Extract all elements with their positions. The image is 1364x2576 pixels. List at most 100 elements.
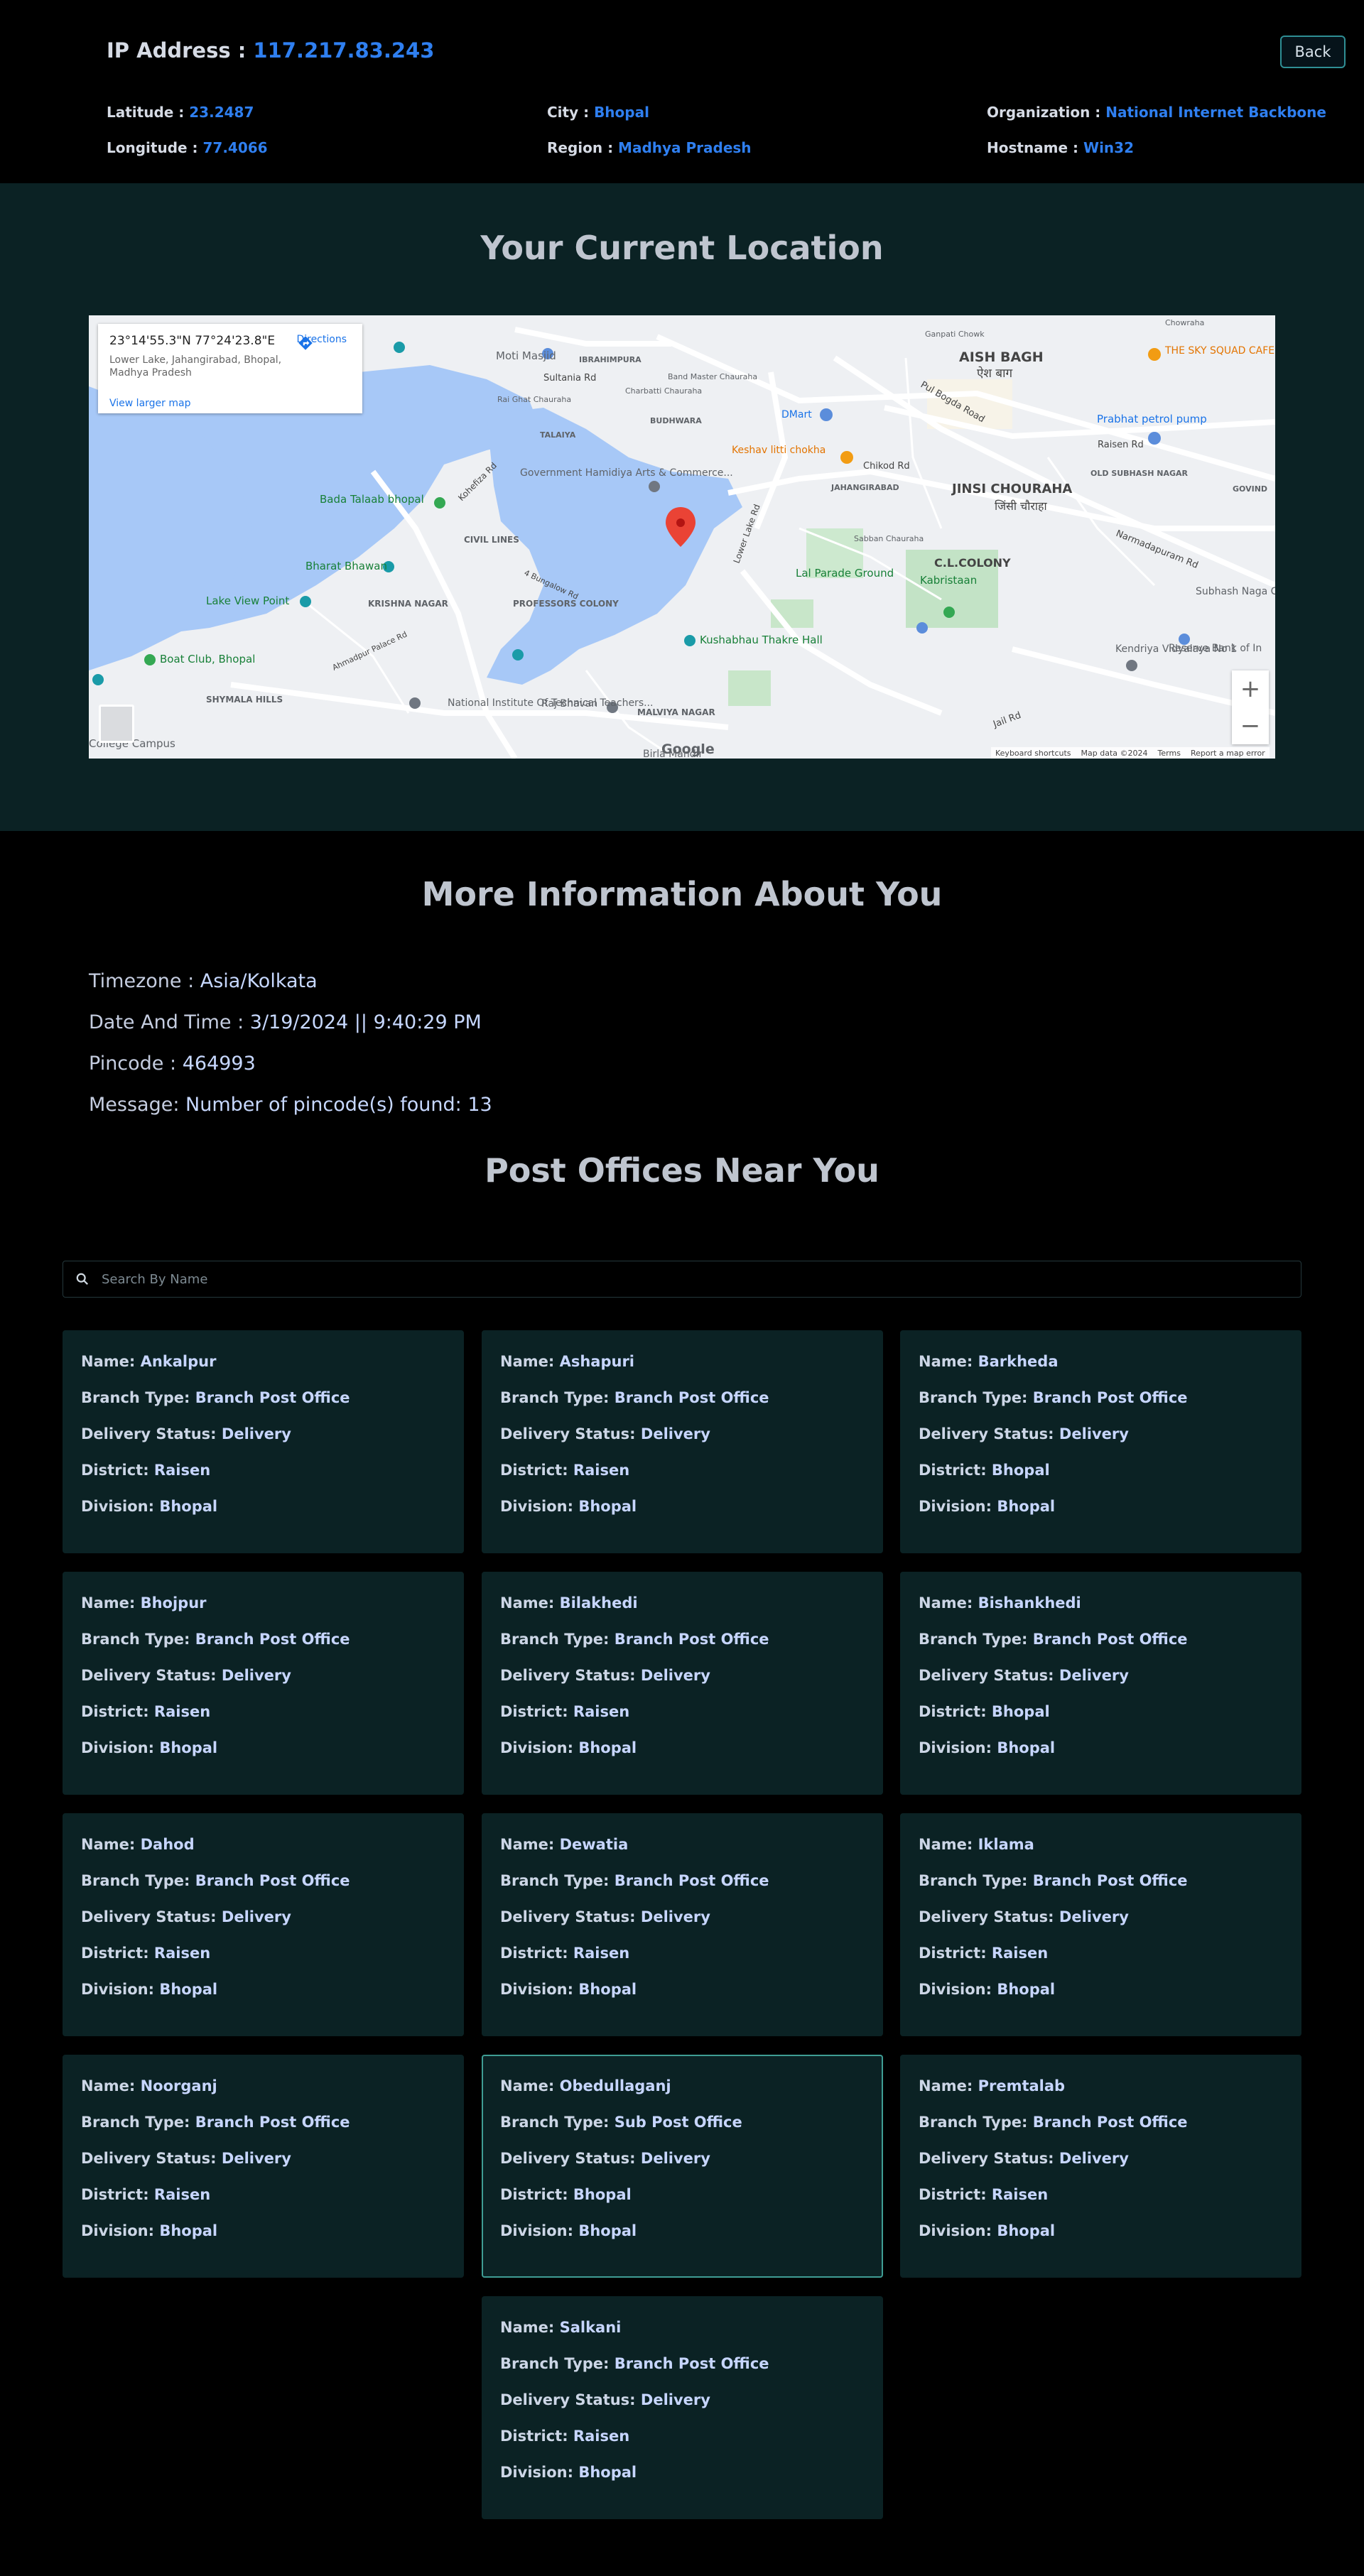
field-label: Name: bbox=[919, 1836, 978, 1853]
map-label-ibrahimpura: IBRAHIMPURA bbox=[579, 355, 642, 364]
field-label: Division: bbox=[919, 1498, 997, 1515]
field-label: Name: bbox=[500, 1836, 560, 1853]
field-label: Branch Type: bbox=[919, 2114, 1033, 2131]
post-office-card[interactable]: Name: Premtalab Branch Type: Branch Post … bbox=[900, 2055, 1301, 2278]
post-office-card[interactable]: Name: Salkani Branch Type: Branch Post Of… bbox=[482, 2296, 883, 2519]
latitude-value: 23.2487 bbox=[189, 104, 254, 121]
map-label-raj-bhavan: Raj Bhavan bbox=[541, 698, 597, 710]
field-value: Bilakhedi bbox=[559, 1594, 638, 1612]
more-info-title: More Information About You bbox=[421, 875, 943, 913]
post-office-delivery: Delivery Status: Delivery bbox=[919, 1425, 1300, 1462]
field-value: Raisen bbox=[153, 1462, 211, 1479]
field-label: District: bbox=[500, 1945, 573, 1962]
field-value: Raisen bbox=[153, 1703, 211, 1720]
field-value: Bhopal bbox=[159, 1739, 218, 1756]
map-label-dmart: DMart bbox=[781, 409, 812, 420]
post-office-division: Division: Bhopal bbox=[919, 1981, 1300, 2017]
view-larger-map-link[interactable]: View larger map bbox=[109, 398, 190, 409]
field-label: District: bbox=[81, 1462, 154, 1479]
field-value: Raisen bbox=[153, 1945, 211, 1962]
field-value: Branch Post Office bbox=[195, 1389, 350, 1406]
post-office-district: District: Raisen bbox=[500, 1703, 882, 1739]
message-value: Number of pincode(s) found: 13 bbox=[185, 1094, 492, 1116]
map-label-hamidiya: Government Hamidiya Arts & Commerce... bbox=[520, 467, 733, 479]
post-office-district: District: Raisen bbox=[81, 2186, 462, 2222]
post-office-card[interactable]: Name: Dewatia Branch Type: Branch Post Of… bbox=[482, 1813, 883, 2036]
post-office-card[interactable]: Name: Dahod Branch Type: Branch Post Offi… bbox=[63, 1813, 464, 2036]
post-office-division: Division: Bhopal bbox=[500, 2222, 882, 2259]
field-value: Delivery bbox=[1059, 1667, 1129, 1684]
map-label-professors: PROFESSORS COLONY bbox=[513, 599, 619, 609]
post-office-delivery: Delivery Status: Delivery bbox=[919, 2150, 1300, 2186]
report-error-link[interactable]: Report a map error bbox=[1191, 749, 1265, 758]
field-label: Division: bbox=[919, 2222, 997, 2239]
post-office-branch: Branch Type: Branch Post Office bbox=[500, 1631, 882, 1667]
field-label: Delivery Status: bbox=[919, 1667, 1059, 1684]
field-value: Delivery bbox=[221, 1908, 291, 1925]
field-value: Branch Post Office bbox=[1032, 1631, 1188, 1648]
field-value: Branch Post Office bbox=[614, 1389, 769, 1406]
search-input[interactable] bbox=[102, 1271, 1238, 1287]
region-label: Region : bbox=[547, 139, 619, 156]
field-value: Obedullaganj bbox=[559, 2077, 671, 2094]
hostname-label: Hostname : bbox=[987, 139, 1084, 156]
field-label: Division: bbox=[81, 1739, 160, 1756]
map-label-subhash-chauraha: Subhash Naga Chauraha bbox=[1196, 586, 1275, 597]
back-button[interactable]: Back bbox=[1280, 36, 1346, 68]
map-footer: Keyboard shortcuts Map data ©2024 Terms … bbox=[991, 747, 1270, 759]
post-office-name: Name: Iklama bbox=[919, 1836, 1300, 1872]
post-office-division: Division: Bhopal bbox=[81, 1981, 462, 2017]
field-label: Name: bbox=[81, 1836, 141, 1853]
post-office-card[interactable]: Name: Obedullaganj Branch Type: Sub Post … bbox=[482, 2055, 883, 2278]
post-office-card[interactable]: Name: Bhojpur Branch Type: Branch Post Of… bbox=[63, 1572, 464, 1795]
field-value: Bhopal bbox=[578, 1981, 637, 1998]
field-label: Division: bbox=[919, 1739, 997, 1756]
keyboard-shortcuts-link[interactable]: Keyboard shortcuts bbox=[995, 749, 1071, 758]
map-type-toggle[interactable] bbox=[99, 705, 134, 743]
field-value: Delivery bbox=[640, 1425, 710, 1442]
post-office-division: Division: Bhopal bbox=[500, 1498, 882, 1534]
city: City : Bhopal bbox=[547, 104, 649, 121]
field-label: Name: bbox=[919, 1353, 978, 1370]
city-label: City : bbox=[547, 104, 595, 121]
search-bar bbox=[63, 1261, 1301, 1298]
field-label: Division: bbox=[500, 1981, 579, 1998]
region-value: Madhya Pradesh bbox=[618, 139, 752, 156]
field-value: Bishankhedi bbox=[978, 1594, 1081, 1612]
directions-button[interactable]: Directions bbox=[296, 334, 347, 350]
post-office-card[interactable]: Name: Ankalpur Branch Type: Branch Post O… bbox=[63, 1330, 464, 1553]
longitude-label: Longitude : bbox=[107, 139, 203, 156]
post-office-card[interactable]: Name: Iklama Branch Type: Branch Post Off… bbox=[900, 1813, 1301, 2036]
post-office-card[interactable]: Name: Bilakhedi Branch Type: Branch Post … bbox=[482, 1572, 883, 1795]
hostname: Hostname : Win32 bbox=[987, 139, 1134, 156]
field-value: Bhopal bbox=[578, 1498, 637, 1515]
map-label-sultania-rd: Sultania Rd bbox=[543, 373, 596, 384]
post-office-card[interactable]: Name: Ashapuri Branch Type: Branch Post O… bbox=[482, 1330, 883, 1553]
field-value: Bhojpur bbox=[140, 1594, 207, 1612]
field-value: Branch Post Office bbox=[195, 2114, 350, 2131]
map-label-lal-parade: Lal Parade Ground bbox=[796, 567, 894, 580]
post-office-card[interactable]: Name: Barkheda Branch Type: Branch Post O… bbox=[900, 1330, 1301, 1553]
field-value: Branch Post Office bbox=[1032, 1872, 1188, 1889]
field-value: Bhopal bbox=[997, 1739, 1056, 1756]
field-label: District: bbox=[81, 1945, 154, 1962]
timezone: Timezone : Asia/Kolkata bbox=[89, 970, 318, 992]
map-label-lake-view: Lake View Point bbox=[206, 594, 289, 607]
field-label: Division: bbox=[500, 1739, 579, 1756]
zoom-out-button[interactable]: − bbox=[1232, 707, 1269, 744]
organization-value: National Internet Backbone bbox=[1105, 104, 1326, 121]
post-office-card[interactable]: Name: Bishankhedi Branch Type: Branch Pos… bbox=[900, 1572, 1301, 1795]
map-label-rai-ghat: Rai Ghat Chauraha bbox=[497, 395, 571, 404]
field-label: Division: bbox=[919, 1981, 997, 1998]
zoom-in-button[interactable]: + bbox=[1232, 670, 1269, 707]
terms-link[interactable]: Terms bbox=[1158, 749, 1181, 758]
field-label: Delivery Status: bbox=[500, 1908, 641, 1925]
post-office-card[interactable]: Name: Noorganj Branch Type: Branch Post O… bbox=[63, 2055, 464, 2278]
field-label: Name: bbox=[500, 2319, 560, 2336]
embedded-map[interactable]: AISH BAGH ऐश बाग JINSI CHOURAHA जिंसी चौ… bbox=[89, 315, 1275, 759]
field-value: Bhopal bbox=[578, 1739, 637, 1756]
field-value: Branch Post Office bbox=[614, 2355, 769, 2372]
map-label-jinsi: JINSI CHOURAHA bbox=[951, 482, 1072, 496]
field-value: Bhopal bbox=[159, 2222, 218, 2239]
map-label-shymala: SHYMALA HILLS bbox=[206, 695, 283, 705]
